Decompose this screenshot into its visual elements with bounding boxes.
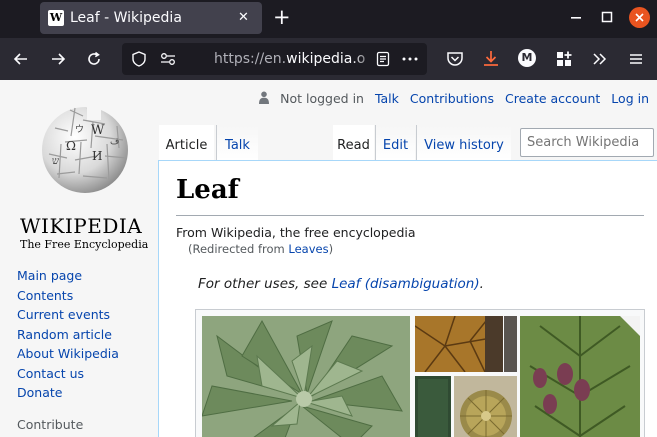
hatnote: For other uses, see Leaf (disambiguation… — [198, 274, 484, 294]
tab-edit[interactable]: Edit — [375, 125, 415, 160]
svg-text:И: И — [92, 149, 102, 163]
tab-title: Leaf - Wikipedia — [70, 10, 182, 26]
svg-text:ウ: ウ — [75, 124, 84, 135]
sidebar-item-main-page[interactable]: Main page — [17, 266, 119, 286]
sidebar-item-donate[interactable]: Donate — [17, 383, 119, 403]
redirect-prefix: (Redirected from — [188, 242, 289, 256]
pocket-icon[interactable] — [444, 48, 466, 70]
sidebar-item-current-events[interactable]: Current events — [17, 305, 119, 325]
wikipedia-favicon-icon: W — [48, 10, 64, 26]
tab-view-history[interactable]: View history — [416, 125, 511, 160]
permissions-icon[interactable] — [159, 50, 177, 74]
account-icon[interactable]: M — [518, 49, 536, 67]
sidebar-item-random-article[interactable]: Random article — [17, 325, 119, 345]
wikipedia-tagline: The Free Encyclopedia — [20, 238, 149, 251]
redirect-notice: (Redirected from Leaves) — [188, 241, 333, 257]
tab-article[interactable]: Article — [159, 125, 214, 160]
sidebar-heading-contribute: Contribute — [17, 417, 84, 432]
contributions-link[interactable]: Contributions — [410, 91, 494, 106]
browser-toolbar: https://en.wikipedia.o M — [0, 38, 657, 80]
cactus-image — [454, 376, 517, 437]
browser-tab-active[interactable]: W Leaf - Wikipedia ✕ — [40, 2, 262, 34]
minimize-icon[interactable] — [566, 8, 586, 32]
svg-text:Ω: Ω — [66, 139, 76, 153]
browser-titlebar: W Leaf - Wikipedia ✕ + — [0, 0, 657, 38]
address-bar[interactable]: https://en.wikipedia.o — [122, 43, 427, 75]
sidebar-item-contact[interactable]: Contact us — [17, 364, 119, 384]
redirect-link[interactable]: Leaves — [288, 242, 328, 256]
tab-talk[interactable]: Talk — [216, 125, 258, 160]
title-divider — [176, 215, 644, 216]
hatnote-suffix: . — [479, 276, 484, 292]
tab-edit-label: Edit — [382, 138, 409, 153]
page-title: Leaf — [176, 175, 239, 205]
search-box — [520, 128, 654, 157]
overflow-icon[interactable] — [589, 48, 611, 70]
reader-view-icon[interactable] — [375, 50, 391, 74]
tab-read-label: Read — [337, 138, 370, 153]
search-input[interactable] — [521, 129, 653, 156]
sidebar-item-about[interactable]: About Wikipedia — [17, 344, 119, 364]
hatnote-prefix: For other uses, see — [198, 276, 332, 292]
disambiguation-link[interactable]: Leaf (disambiguation) — [332, 276, 480, 292]
tab-close-icon[interactable]: ✕ — [238, 9, 249, 27]
wikipedia-page: W Ω И ウ ש ف WIKIPEDIA The Free Encyclope… — [0, 80, 657, 437]
back-arrow-icon[interactable] — [10, 48, 32, 70]
menu-icon[interactable] — [625, 48, 647, 70]
log-in-link[interactable]: Log in — [611, 91, 649, 106]
site-sub: From Wikipedia, the free encyclopedia — [176, 225, 416, 240]
extensions-icon[interactable] — [553, 48, 575, 70]
user-talk-link[interactable]: Talk — [375, 91, 399, 106]
maximize-icon[interactable] — [597, 8, 617, 32]
brown-leaf-image — [415, 316, 503, 372]
tab-article-label: Article — [165, 138, 208, 153]
svg-text:ف: ف — [110, 137, 119, 147]
green-leaf-image — [415, 376, 451, 437]
url-fade — [352, 43, 376, 75]
wikipedia-wordmark: WIKIPEDIA — [20, 214, 143, 238]
reload-icon[interactable] — [83, 48, 105, 70]
personal-tools: Not logged in Talk Contributions Create … — [259, 91, 649, 107]
tab-talk-label: Talk — [225, 138, 250, 153]
succulent-leaves-image — [202, 316, 410, 437]
shield-icon[interactable] — [131, 50, 147, 74]
sidebar-navigation: Main page Contents Current events Random… — [17, 266, 119, 403]
article-content: Leaf From Wikipedia, the free encycloped… — [158, 160, 657, 437]
download-icon[interactable] — [480, 48, 502, 70]
more-actions-icon[interactable] — [401, 50, 419, 74]
conifer-cones-image — [520, 316, 640, 437]
url-prefix: https://en. — [214, 51, 287, 67]
new-tab-icon[interactable]: + — [273, 5, 291, 29]
forward-arrow-icon[interactable] — [47, 48, 69, 70]
url-text[interactable]: https://en.wikipedia.o — [214, 51, 365, 67]
tab-view-history-label: View history — [424, 138, 504, 153]
window-close-icon[interactable] — [629, 7, 650, 28]
puzzle-globe-icon: W Ω И ウ ש ف — [42, 106, 128, 193]
user-icon — [259, 91, 270, 104]
sidebar-item-contents[interactable]: Contents — [17, 286, 119, 306]
leaf-image-montage[interactable] — [195, 309, 645, 437]
svg-text:W: W — [91, 123, 105, 138]
create-account-link[interactable]: Create account — [505, 91, 600, 106]
svg-text:ש: ש — [52, 156, 59, 167]
tab-read[interactable]: Read — [333, 125, 374, 160]
not-logged-in-label: Not logged in — [280, 91, 364, 106]
redirect-suffix: ) — [328, 242, 334, 256]
dark-leaf-image — [504, 316, 517, 372]
